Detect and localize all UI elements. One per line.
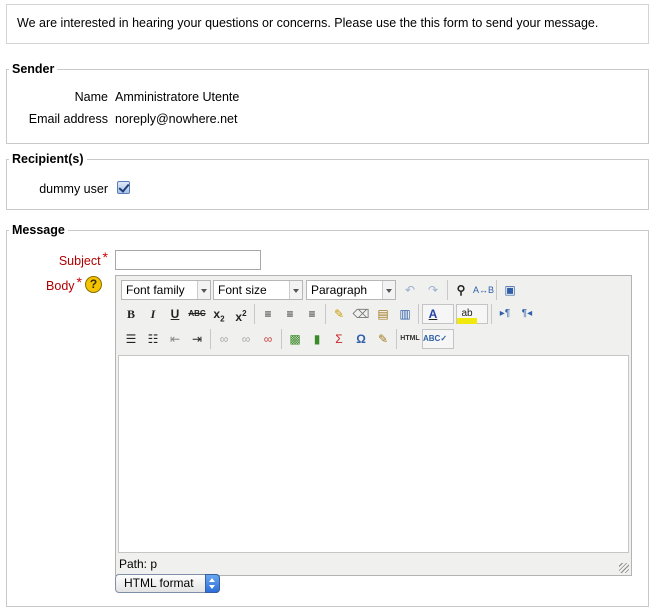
subject-input[interactable] [115, 250, 261, 270]
bullet-list-icon[interactable]: ☰ [121, 329, 141, 349]
text-color-split[interactable]: A [422, 304, 454, 324]
indent-icon[interactable]: ⇥ [187, 329, 207, 349]
toolbar-separator [447, 280, 448, 300]
toolbar-separator [281, 329, 282, 349]
unlink-icon[interactable]: ∞ [236, 329, 256, 349]
subject-label-text: Subject [58, 254, 101, 268]
spellcheck-icon[interactable]: ABC✓ [423, 329, 447, 349]
recipients-legend: Recipient(s) [12, 152, 84, 166]
body-label: Body * [20, 274, 82, 293]
editor-content-area[interactable] [118, 355, 629, 553]
name-value: Amministratore Utente [115, 90, 240, 104]
toolbar-separator [210, 329, 211, 349]
rtl-icon[interactable]: ¶◂ [517, 304, 537, 324]
redo-icon[interactable]: ↷ [423, 280, 443, 300]
toolbar-separator [254, 304, 255, 324]
chevron-down-icon [289, 281, 302, 299]
intro-message: We are interested in hearing your questi… [6, 4, 649, 44]
toolbar-separator [418, 304, 419, 324]
resize-handle-icon[interactable] [619, 563, 629, 573]
sender-legend: Sender [12, 62, 55, 76]
spellcheck-split[interactable]: ABC✓ [422, 329, 454, 349]
fullscreen-icon[interactable]: ▣ [500, 280, 520, 300]
image-icon[interactable]: ▩ [285, 329, 305, 349]
paragraph-select[interactable]: Paragraph [306, 280, 396, 300]
numbered-list-icon[interactable]: ☷ [143, 329, 163, 349]
link-icon[interactable]: ∞ [214, 329, 234, 349]
email-value: noreply@nowhere.net [115, 112, 238, 126]
subject-label: Subject * [20, 249, 108, 268]
align-right-icon[interactable]: ≡ [302, 304, 322, 324]
align-center-icon[interactable]: ≡ [280, 304, 300, 324]
help-icon[interactable]: ? [85, 276, 102, 293]
underline-icon[interactable]: U [165, 304, 185, 324]
recipient-label: dummy user [39, 182, 108, 196]
highlight-icon[interactable]: ab [457, 304, 477, 324]
format-select[interactable]: HTML format [115, 574, 220, 593]
remove-format-icon[interactable]: ⌫ [351, 304, 371, 324]
chevron-down-icon [197, 281, 210, 299]
email-label: Email address [28, 112, 108, 126]
media-icon[interactable]: ▮ [307, 329, 327, 349]
recipient-checkbox[interactable] [117, 181, 130, 194]
anchor-icon[interactable]: ∞ [258, 329, 278, 349]
message-legend: Message [12, 223, 65, 237]
highlight-split[interactable]: ab [456, 304, 488, 324]
format-select-label: HTML format [124, 576, 194, 590]
toolbar-separator [396, 329, 397, 349]
html-editor: Font family Font size Paragraph ↶ ↷ ⚲ A↔… [115, 275, 632, 576]
select-arrows-icon [205, 574, 220, 593]
align-left-icon[interactable]: ≡ [258, 304, 278, 324]
required-star: * [76, 274, 82, 290]
toolbar-separator [325, 304, 326, 324]
recipients-fieldset: Recipient(s) [6, 152, 649, 210]
find-icon[interactable]: ⚲ [451, 280, 471, 300]
paste-text-icon[interactable]: ▤ [373, 304, 393, 324]
html-source-icon[interactable]: HTML [400, 329, 420, 349]
font-family-label: Font family [126, 283, 185, 297]
ltr-icon[interactable]: ▸¶ [495, 304, 515, 324]
body-label-text: Body [46, 279, 75, 293]
strikethrough-icon[interactable]: ABC [187, 304, 207, 324]
outdent-icon[interactable]: ⇤ [165, 329, 185, 349]
paste-word-icon[interactable]: ▥ [395, 304, 415, 324]
toolbar-separator [491, 304, 492, 324]
special-char-icon[interactable]: Ω [351, 329, 371, 349]
replace-icon[interactable]: A↔B [473, 280, 494, 300]
toolbar-separator [496, 280, 497, 300]
editor-path: Path: p [119, 557, 158, 571]
notes-icon[interactable]: ✎ [373, 329, 393, 349]
italic-icon[interactable]: I [143, 304, 163, 324]
cleanup-icon[interactable]: ✎ [329, 304, 349, 324]
superscript-icon[interactable]: x2 [231, 304, 251, 324]
paragraph-label: Paragraph [311, 283, 368, 297]
font-size-select[interactable]: Font size [213, 280, 303, 300]
required-star: * [102, 249, 108, 265]
bold-icon[interactable]: B [121, 304, 141, 324]
name-label: Name [74, 90, 108, 104]
text-color-icon[interactable]: A [423, 304, 443, 324]
subscript-icon[interactable]: x2 [209, 304, 229, 324]
font-size-label: Font size [218, 283, 267, 297]
chevron-down-icon [382, 281, 395, 299]
equation-icon[interactable]: Σ [329, 329, 349, 349]
undo-icon[interactable]: ↶ [400, 280, 420, 300]
font-family-select[interactable]: Font family [121, 280, 211, 300]
